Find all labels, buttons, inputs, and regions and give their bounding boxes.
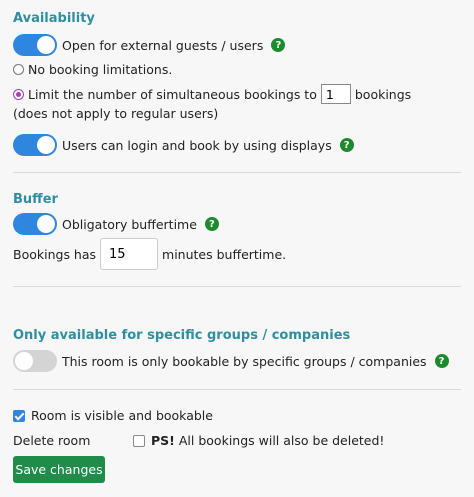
booking-limit-input[interactable]: [320, 84, 351, 104]
no-limit-radio[interactable]: [13, 64, 24, 75]
limit-row: Limit the number of simultaneous booking…: [13, 84, 411, 104]
external-guests-toggle[interactable]: [13, 34, 57, 56]
groups-restrict-toggle[interactable]: [13, 350, 57, 372]
delete-room-checkbox[interactable]: [133, 434, 145, 447]
external-guests-row: Open for external guests / users ?: [13, 34, 286, 56]
toggle-knob: [37, 136, 55, 154]
toggle-knob: [37, 215, 55, 233]
limit-suffix: bookings: [354, 86, 412, 102]
toggle-knob: [37, 36, 55, 54]
obligatory-buffer-toggle[interactable]: [13, 213, 57, 235]
limit-note: (does not apply to regular users): [13, 106, 219, 121]
delete-room-label: Delete room: [13, 433, 91, 448]
groups-restrict-label: This room is only bookable by specific g…: [62, 353, 427, 369]
displays-label: Users can login and book by using displa…: [62, 137, 332, 153]
help-icon[interactable]: ?: [434, 354, 449, 368]
visible-row: Room is visible and bookable: [13, 408, 213, 423]
availability-title: Availability: [13, 11, 95, 26]
buffer-title: Buffer: [13, 192, 58, 207]
no-limit-label: No booking limitations.: [28, 62, 173, 77]
groups-title: Only available for specific groups / com…: [13, 328, 351, 343]
external-guests-label: Open for external guests / users: [62, 37, 264, 53]
buffertime-suffix: minutes buffertime.: [162, 246, 287, 262]
divider: [13, 389, 461, 390]
help-icon[interactable]: ?: [271, 38, 286, 52]
groups-row: This room is only bookable by specific g…: [13, 350, 449, 372]
displays-toggle[interactable]: [13, 134, 57, 156]
no-limit-row: No booking limitations.: [13, 62, 172, 77]
help-icon[interactable]: ?: [204, 217, 219, 231]
limit-label: Limit the number of simultaneous booking…: [28, 86, 317, 102]
delete-warning-text: All bookings will also be deleted!: [178, 433, 385, 448]
toggle-knob: [15, 352, 33, 370]
visible-label: Room is visible and bookable: [31, 408, 213, 423]
delete-warning-bold: PS!: [151, 433, 175, 448]
bookings-has-label: Bookings has: [13, 246, 97, 262]
divider: [13, 172, 461, 173]
obligatory-buffer-row: Obligatory buffertime ?: [13, 213, 219, 235]
buffertime-input[interactable]: [100, 238, 159, 270]
displays-row: Users can login and book by using displa…: [13, 134, 354, 156]
save-changes-button[interactable]: Save changes: [13, 456, 105, 483]
limit-radio[interactable]: [13, 88, 24, 100]
delete-room-row: PS! All bookings will also be deleted!: [133, 433, 384, 448]
obligatory-buffer-label: Obligatory buffertime: [62, 216, 197, 232]
help-icon[interactable]: ?: [339, 138, 354, 152]
visible-checkbox[interactable]: [13, 409, 25, 422]
divider: [13, 286, 461, 287]
buffertime-row: Bookings has minutes buffertime.: [13, 238, 286, 270]
